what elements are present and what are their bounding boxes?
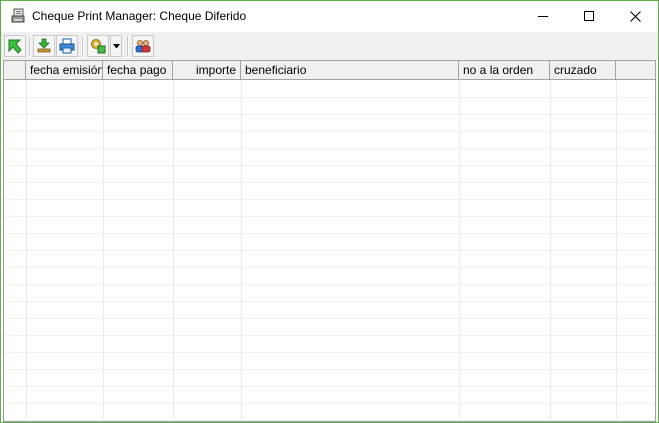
grid-body[interactable] — [4, 80, 655, 421]
column-header-importe[interactable]: importe — [173, 61, 241, 79]
grid-row-line — [4, 369, 655, 370]
print-button[interactable] — [56, 35, 78, 57]
column-header-fecha-pago[interactable]: fecha pago — [103, 61, 173, 79]
grid-row-line — [4, 199, 655, 200]
maximize-icon — [584, 11, 594, 21]
maximize-button[interactable] — [566, 1, 612, 32]
title-bar[interactable]: Cheque Print Manager: Cheque Diferido — [1, 1, 658, 32]
users-icon — [135, 40, 151, 53]
grid-row-line — [4, 114, 655, 115]
grid-row-line — [4, 216, 655, 217]
tools-button[interactable] — [87, 35, 109, 57]
grid-row-line — [4, 182, 655, 183]
tools-dropdown-button[interactable] — [110, 35, 122, 57]
minimize-icon — [538, 16, 548, 17]
exit-button[interactable] — [4, 35, 26, 57]
gear-puzzle-icon — [91, 39, 106, 54]
grid-row-line — [4, 318, 655, 319]
column-header-cruzado[interactable]: cruzado — [550, 61, 616, 79]
row-indicator-header[interactable] — [4, 61, 26, 79]
grid-row-line — [4, 403, 655, 404]
toolbar-separator — [82, 36, 84, 56]
printer-icon — [59, 38, 75, 54]
grid-row-line — [4, 284, 655, 285]
download-icon — [37, 38, 51, 53]
toolbar — [1, 32, 658, 60]
close-button[interactable] — [612, 1, 658, 32]
grid-row-line — [4, 131, 655, 132]
minimize-button[interactable] — [520, 1, 566, 32]
download-button[interactable] — [33, 35, 55, 57]
cheque-grid[interactable]: fecha emisión fecha pago importe benefic… — [3, 60, 656, 422]
grid-row-line — [4, 335, 655, 336]
chevron-down-icon — [113, 44, 120, 49]
users-button[interactable] — [132, 35, 154, 57]
column-header-empty — [616, 61, 655, 79]
grid-row-line — [4, 250, 655, 251]
grid-row-line — [4, 97, 655, 98]
grid-row-line — [4, 352, 655, 353]
column-header-no-a-la-orden[interactable]: no a la orden — [459, 61, 550, 79]
toolbar-separator — [29, 36, 31, 56]
grid-row-line — [4, 233, 655, 234]
toolbar-separator — [127, 36, 129, 56]
grid-row-line — [4, 148, 655, 149]
grid-row-line — [4, 386, 655, 387]
grid-row-line — [4, 301, 655, 302]
column-header-beneficiario[interactable]: beneficiario — [241, 61, 459, 79]
grid-row-line — [4, 165, 655, 166]
green-arrow-exit-icon — [8, 39, 22, 54]
grid-header: fecha emisión fecha pago importe benefic… — [4, 61, 655, 80]
close-icon — [630, 11, 641, 22]
printer-document-icon — [10, 8, 26, 24]
column-header-fecha-emision[interactable]: fecha emisión — [26, 61, 103, 79]
window-title: Cheque Print Manager: Cheque Diferido — [32, 9, 247, 23]
grid-row-line — [4, 420, 655, 421]
grid-row-line — [4, 267, 655, 268]
app-window: Cheque Print Manager: Cheque Diferido fe… — [0, 0, 659, 423]
